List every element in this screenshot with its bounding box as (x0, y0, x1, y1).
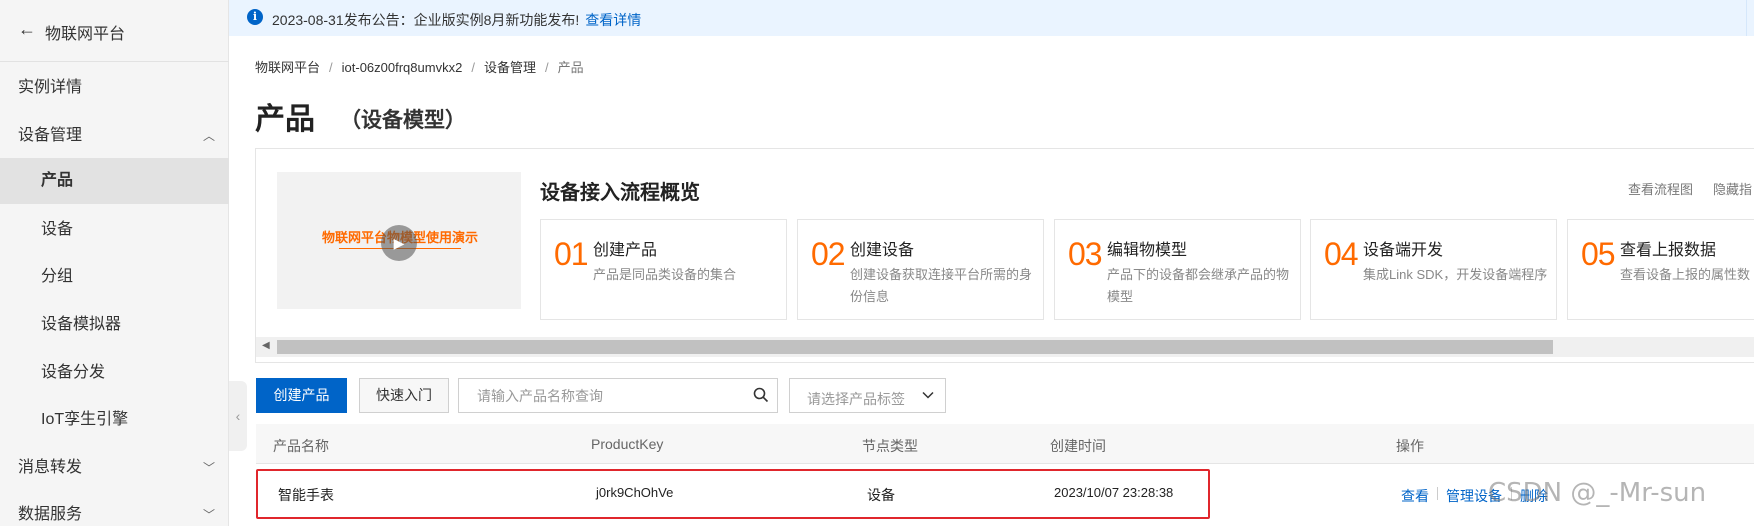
column-header-actions: 操作 (1396, 438, 1424, 454)
sidebar-item-device-distribution[interactable]: 设备分发 (0, 350, 229, 396)
sidebar-item-label: 设备模拟器 (41, 316, 122, 333)
breadcrumb-separator: / (329, 60, 333, 75)
quick-start-button[interactable]: 快速入门 (359, 378, 449, 413)
sidebar-item-device-management[interactable]: 设备管理 ︿ (0, 113, 229, 159)
product-tag-select[interactable]: 请选择产品标签 (789, 378, 946, 413)
chevron-down-icon: ﹀ (202, 508, 215, 522)
breadcrumb-item-current: 产品 (557, 60, 584, 75)
step-card-create-product: 01 创建产品 产品是同品类设备的集合 (540, 219, 787, 320)
product-tag-placeholder: 请选择产品标签 (807, 391, 905, 407)
step-number: 03 (1068, 236, 1103, 272)
step-number: 01 (554, 236, 589, 272)
step-card-create-device: 02 创建设备 创建设备获取连接平台所需的身份信息 (797, 219, 1044, 320)
step-title: 编辑物模型 (1107, 242, 1188, 259)
step-description: 查看设备上报的属性数 (1620, 267, 1751, 282)
sidebar-item-device-simulator[interactable]: 设备模拟器 (0, 302, 229, 348)
info-icon: i (247, 9, 263, 25)
sidebar-item-instance-details[interactable]: 实例详情 (0, 65, 229, 111)
sidebar-item-devices[interactable]: 设备 (0, 207, 229, 253)
sidebar-item-label: 分组 (41, 268, 74, 285)
action-separator (1437, 487, 1438, 500)
step-description: 产品下的设备都会继承产品的物模型 (1107, 267, 1290, 304)
announcement-bar: i 2023-08-31发布公告：企业版实例8月新功能发布! 查看详情 (229, 0, 1754, 36)
scroll-left-icon[interactable]: ◀ (262, 340, 270, 351)
sidebar-item-data-services[interactable]: 数据服务 ﹀ (0, 492, 229, 526)
sidebar-item-label: 消息转发 (18, 459, 83, 476)
scrollbar-thumb[interactable] (277, 340, 1553, 354)
step-card-view-reported-data: 05 查看上报数据 查看设备上报的属性数 (1567, 219, 1754, 320)
step-number: 04 (1324, 236, 1359, 272)
step-title: 查看上报数据 (1620, 242, 1717, 259)
step-description: 创建设备获取连接平台所需的身份信息 (850, 267, 1033, 304)
breadcrumb-item-instance[interactable]: iot-06z00frq8umvkx2 (342, 60, 463, 75)
step-title: 创建设备 (850, 242, 915, 259)
product-search-input[interactable] (459, 379, 729, 412)
page-subtitle: （设备模型） (340, 109, 466, 132)
breadcrumb-item-device-management[interactable]: 设备管理 (484, 60, 536, 75)
announcement-details-link[interactable]: 查看详情 (585, 12, 641, 28)
view-flowchart-link[interactable]: 查看流程图 (1628, 179, 1693, 198)
view-action-link[interactable]: 查看 (1401, 486, 1429, 506)
sidebar-collapse-handle[interactable]: ‹ (229, 381, 247, 451)
step-card-device-development: 04 设备端开发 集成Link SDK，开发设备端程序 (1310, 219, 1557, 320)
back-arrow-icon[interactable]: ← (18, 19, 36, 40)
breadcrumb-separator: / (471, 60, 475, 75)
sidebar-item-label: 实例详情 (18, 79, 83, 96)
column-header-node-type: 节点类型 (862, 438, 918, 454)
chevron-down-icon (922, 391, 934, 399)
highlight-box (256, 469, 1210, 519)
sidebar-item-label: 设备分发 (41, 364, 106, 381)
step-title: 创建产品 (593, 242, 658, 259)
table-header: 产品名称 ProductKey 节点类型 创建时间 操作 (256, 424, 1754, 464)
demo-video-thumbnail[interactable]: 物联网平台物模型使用演示 ▶ (277, 172, 521, 309)
sidebar-title: 物联网平台 (45, 26, 126, 43)
horizontal-scrollbar[interactable]: ◀ (256, 337, 1754, 357)
hide-guide-link[interactable]: 隐藏指 (1713, 179, 1752, 198)
sidebar-item-groups[interactable]: 分组 (0, 254, 229, 300)
announcement-text: 2023-08-31发布公告：企业版实例8月新功能发布! 查看详情 (272, 10, 641, 30)
play-icon[interactable]: ▶ (381, 225, 417, 261)
sidebar-item-products[interactable]: 产品 (0, 158, 229, 204)
step-card-edit-thing-model: 03 编辑物模型 产品下的设备都会继承产品的物模型 (1054, 219, 1301, 320)
breadcrumb-item-platform[interactable]: 物联网平台 (255, 60, 320, 75)
sidebar-item-message-forwarding[interactable]: 消息转发 ﹀ (0, 445, 229, 491)
column-header-created: 创建时间 (1050, 438, 1106, 454)
create-product-button[interactable]: 创建产品 (256, 378, 347, 413)
step-description: 集成Link SDK，开发设备端程序 (1363, 267, 1548, 282)
sidebar-item-label: 设备 (41, 221, 74, 238)
announcement-message: 2023-08-31发布公告：企业版实例8月新功能发布! (272, 12, 580, 28)
sidebar-item-label: 设备管理 (18, 127, 83, 144)
product-search (458, 378, 778, 413)
breadcrumb: 物联网平台 / iot-06z00frq8umvkx2 / 设备管理 / 产品 (255, 57, 584, 76)
step-title: 设备端开发 (1363, 242, 1444, 259)
watermark: CSDN @_-Mr-sun (1488, 478, 1707, 508)
search-icon[interactable] (753, 387, 769, 403)
column-header-name: 产品名称 (273, 438, 329, 454)
sidebar-item-label: 数据服务 (18, 506, 83, 523)
chevron-up-icon: ︿ (202, 129, 215, 143)
column-header-productkey: ProductKey (591, 436, 664, 452)
sidebar-item-label: 产品 (41, 172, 74, 189)
page-title: 产品 (255, 103, 315, 136)
step-number: 02 (811, 236, 846, 272)
step-number: 05 (1581, 236, 1616, 272)
breadcrumb-separator: / (544, 60, 549, 75)
sidebar: ← 物联网平台 实例详情 设备管理 ︿ 产品 设备 分组 设备模拟器 设备分发 I… (0, 0, 229, 526)
step-description: 产品是同品类设备的集合 (593, 267, 737, 282)
sidebar-item-iot-twin-engine[interactable]: IoT孪生引擎 (0, 397, 229, 443)
chevron-down-icon: ﹀ (202, 461, 215, 475)
overview-title: 设备接入流程概览 (540, 182, 700, 204)
sidebar-header: ← 物联网平台 (0, 0, 229, 62)
sidebar-item-label: IoT孪生引擎 (41, 411, 129, 428)
announcement-close-area (1746, 0, 1754, 36)
